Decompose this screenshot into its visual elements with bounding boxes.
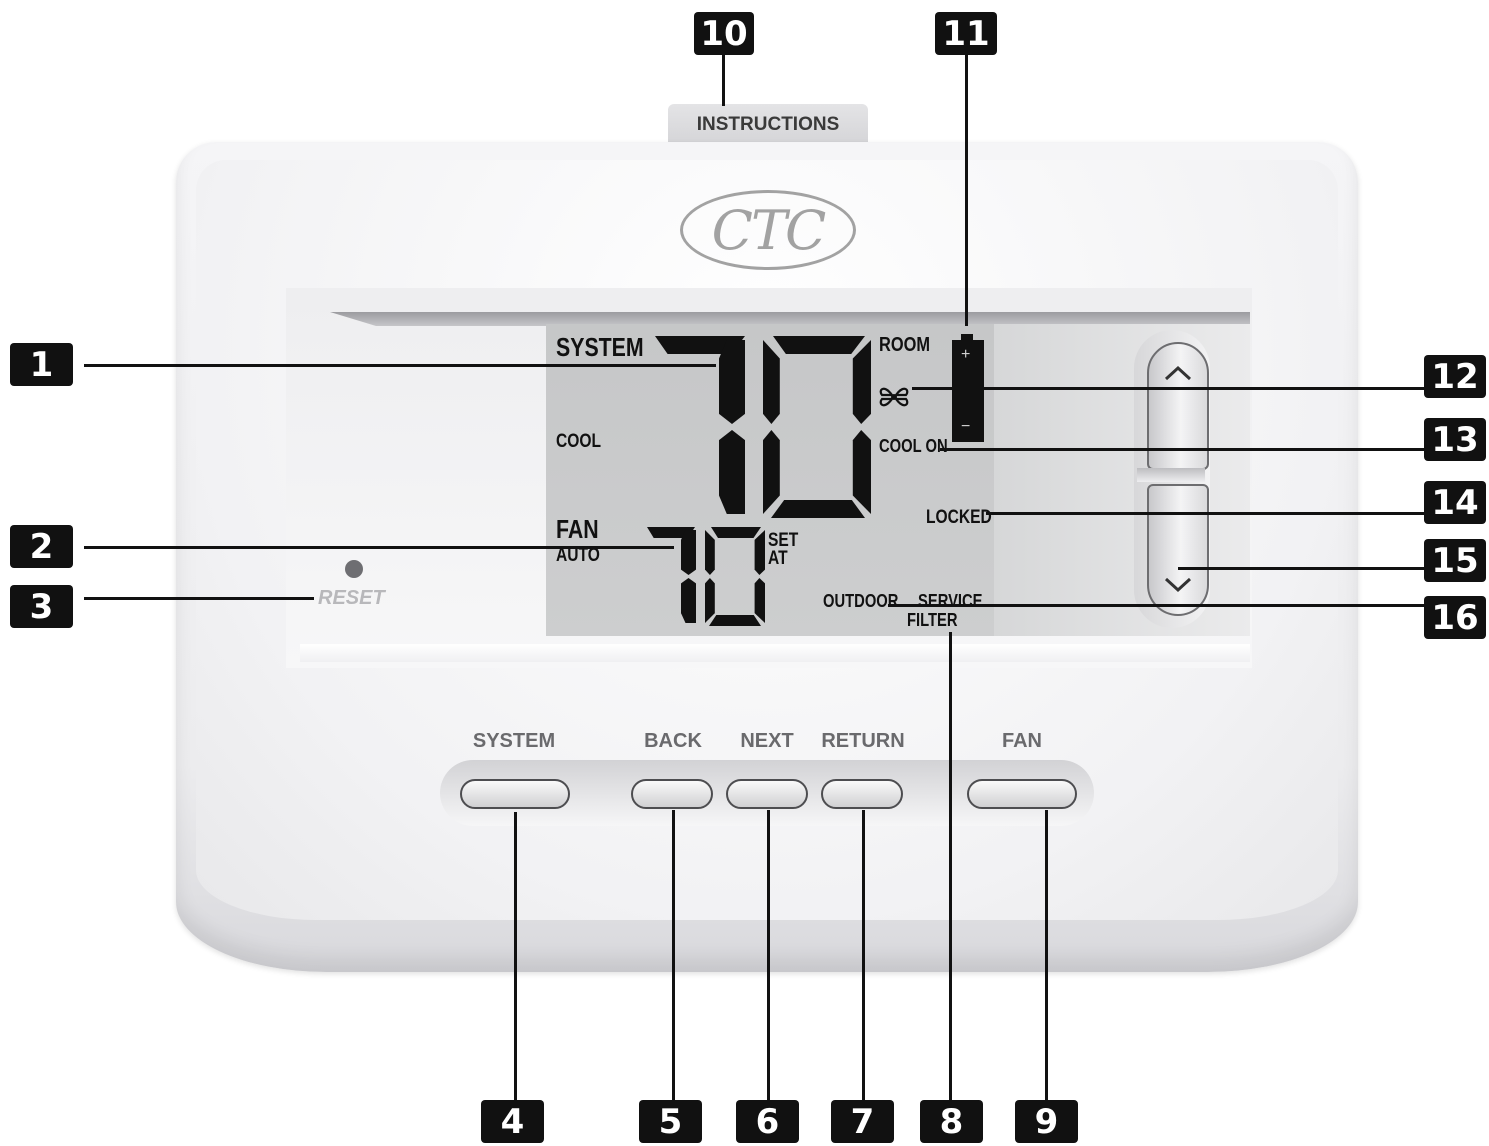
fan-icon <box>879 387 909 407</box>
next-button[interactable] <box>726 779 808 809</box>
battery-icon: + − <box>952 340 984 442</box>
callout-line-16 <box>888 604 1424 607</box>
callout-16: 16 <box>1424 596 1486 639</box>
callout-3: 3 <box>10 585 73 628</box>
callout-line-6 <box>767 810 770 1100</box>
callout-5: 5 <box>639 1100 702 1143</box>
lcd-fan-label: FAN <box>556 514 599 544</box>
callout-11: 11 <box>935 12 997 55</box>
instructions-tab[interactable]: INSTRUCTIONS <box>668 104 868 146</box>
fan-button-label: FAN <box>1002 730 1042 752</box>
callout-line-14 <box>986 512 1424 515</box>
lcd-set-temperature <box>647 527 767 627</box>
callout-line-7 <box>862 810 865 1100</box>
down-button[interactable] <box>1147 484 1209 616</box>
callout-4: 4 <box>481 1100 544 1143</box>
callout-line-3 <box>84 597 314 600</box>
ctc-logo: CTC <box>680 190 856 270</box>
chevron-down-icon <box>1164 577 1192 593</box>
display-bezel-highlight <box>300 644 1250 662</box>
lcd-system-label: SYSTEM <box>556 332 644 362</box>
callout-10: 10 <box>694 12 754 55</box>
lcd-filter: FILTER <box>907 610 958 630</box>
callout-15: 15 <box>1424 539 1486 582</box>
lcd-at-label: AT <box>768 548 788 569</box>
callout-line-2 <box>84 546 674 549</box>
lcd-cool-on: COOL ON <box>879 436 948 456</box>
return-button[interactable] <box>821 779 903 809</box>
callout-7: 7 <box>831 1100 894 1143</box>
reset-button[interactable] <box>345 560 363 578</box>
callout-line-11 <box>965 54 968 326</box>
callout-line-4 <box>514 812 517 1100</box>
callout-14: 14 <box>1424 481 1486 524</box>
system-button-label: SYSTEM <box>472 730 556 752</box>
chevron-up-icon <box>1164 365 1192 381</box>
reset-label: RESET <box>318 587 385 609</box>
fan-button[interactable] <box>967 779 1077 809</box>
back-button[interactable] <box>631 779 713 809</box>
lcd-locked: LOCKED <box>926 507 992 528</box>
system-button[interactable] <box>460 779 570 809</box>
callout-line-5 <box>672 810 675 1100</box>
callout-12: 12 <box>1424 355 1486 398</box>
callout-line-12 <box>912 387 1424 390</box>
callout-line-15 <box>1178 567 1424 570</box>
callout-6: 6 <box>736 1100 799 1143</box>
callout-line-10 <box>722 54 725 106</box>
callout-line-8 <box>949 632 952 1100</box>
lcd-room-label: ROOM <box>879 334 931 356</box>
return-button-label: RETURN <box>821 730 905 752</box>
button-divider <box>1137 468 1205 482</box>
callout-1: 1 <box>10 343 73 386</box>
callout-13: 13 <box>1424 418 1486 461</box>
callout-8: 8 <box>920 1100 983 1143</box>
callout-9: 9 <box>1015 1100 1078 1143</box>
lcd-service: SERVICE <box>918 591 983 611</box>
callout-line-1 <box>84 364 716 367</box>
callout-line-9 <box>1045 810 1048 1100</box>
lcd-outdoor: OUTDOOR <box>823 591 899 611</box>
lcd-cool-mode: COOL <box>556 431 602 452</box>
callout-2: 2 <box>10 525 73 568</box>
lcd-side-panel <box>994 324 1250 636</box>
callout-line-13 <box>940 448 1424 451</box>
